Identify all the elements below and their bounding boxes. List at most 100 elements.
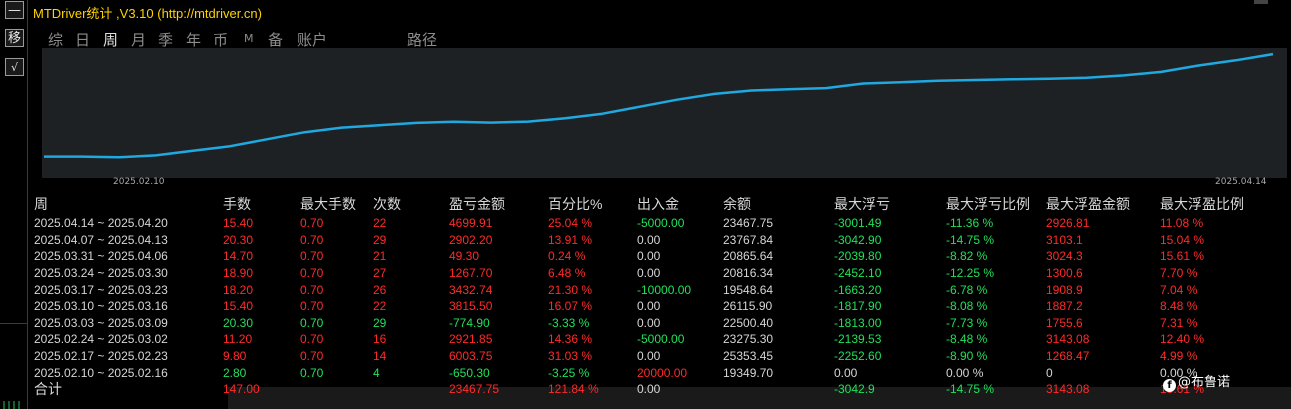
table-row[interactable]: 2025.03.24 ~ 2025.03.30 18.90 0.70 27 1267.7… <box>34 265 1260 282</box>
chart-x-end-label: 2025.04.14 <box>1215 177 1267 187</box>
column-header[interactable]: 百分比% <box>548 193 637 215</box>
table-cell: 19349.70 <box>723 365 774 380</box>
table-cell: 2025.02.10 ~ 2025.02.16 <box>34 365 168 380</box>
table-cell: 2921.85 <box>449 332 493 347</box>
table-cell: 0.00 <box>637 266 661 281</box>
table-row[interactable]: 2025.02.10 ~ 2025.02.16 2.80 0.70 4 -650.30 -… <box>34 364 1260 381</box>
table-cell: 0.00 <box>637 249 661 264</box>
column-header[interactable]: 出入金 <box>637 193 723 215</box>
tab-quarter[interactable]: 季 <box>158 29 173 50</box>
watermark: f @布鲁诺 <box>1163 371 1230 392</box>
tab-month[interactable]: 月 <box>131 29 146 50</box>
total-cell: -3042.9 <box>834 382 875 397</box>
table-row[interactable]: 2025.04.07 ~ 2025.04.13 20.30 0.70 29 2902.2… <box>34 232 1260 249</box>
tab-backup[interactable]: 备 <box>268 29 283 50</box>
table-cell: 23467.75 <box>723 216 774 231</box>
tab-year[interactable]: 年 <box>186 29 201 50</box>
table-cell: 14.36 % <box>548 332 593 347</box>
tab-week[interactable]: 周 <box>103 29 118 50</box>
table-cell: 3024.3 <box>1046 249 1083 264</box>
table-row[interactable]: 2025.03.31 ~ 2025.04.06 14.70 0.70 21 49.30 0… <box>34 248 1260 265</box>
table-cell: 20865.64 <box>723 249 774 264</box>
balance-chart-svg <box>44 52 1274 159</box>
total-cell: 121.84 % <box>548 382 599 397</box>
table-cell: 20000.00 <box>637 365 688 380</box>
column-header[interactable]: 最大手数 <box>300 193 373 215</box>
table-cell: 1755.6 <box>1046 315 1083 330</box>
total-cell: 147.00 <box>223 382 260 397</box>
table-cell: -2139.53 <box>834 332 882 347</box>
table-cell: -8.90 % <box>946 349 988 364</box>
table-row[interactable]: 2025.03.10 ~ 2025.03.16 15.40 0.70 22 3815.5… <box>34 298 1260 315</box>
table-cell: 0.70 <box>300 232 324 247</box>
table-cell: 23275.30 <box>723 332 774 347</box>
toolbar-separator <box>27 0 28 409</box>
table-cell: 29 <box>373 315 387 330</box>
table-cell: 21 <box>373 249 387 264</box>
column-header[interactable]: 余额 <box>723 193 834 215</box>
tab-summary[interactable]: 综 <box>48 29 63 50</box>
table-row[interactable]: 2025.03.03 ~ 2025.03.09 20.30 0.70 29 -774.9… <box>34 315 1260 332</box>
table-cell: 2025.03.03 ~ 2025.03.09 <box>34 315 168 330</box>
table-cell: 20816.34 <box>723 266 774 281</box>
table-cell: 2025.04.07 ~ 2025.04.13 <box>34 232 168 247</box>
column-header[interactable]: 最大浮盈比例 <box>1160 193 1260 215</box>
table-cell: 3143.08 <box>1046 332 1090 347</box>
table-cell: 6.48 % <box>548 266 586 281</box>
table-row[interactable]: 2025.03.17 ~ 2025.03.23 18.20 0.70 26 3432.7… <box>34 281 1260 298</box>
column-header[interactable]: 最大浮亏比例 <box>946 193 1046 215</box>
table-cell: 13.91 % <box>548 232 593 247</box>
table-cell: 23767.84 <box>723 232 774 247</box>
table-cell: 27 <box>373 266 387 281</box>
tab-path[interactable]: 路径 <box>407 29 437 50</box>
table-cell: 0.70 <box>300 349 324 364</box>
table-cell: -12.25 % <box>946 266 995 281</box>
table-cell: 2902.20 <box>449 232 493 247</box>
table-cell: -8.82 % <box>946 249 988 264</box>
table-cell: 15.61 % <box>1160 249 1205 264</box>
table-cell: -5000.00 <box>637 332 685 347</box>
tab-m[interactable]: M <box>244 32 254 45</box>
table-row[interactable]: 2025.02.17 ~ 2025.02.23 9.80 0.70 14 6003.75… <box>34 348 1260 365</box>
table-cell: 11.08 % <box>1160 216 1204 231</box>
chart-x-start-label: 2025.02.10 <box>113 177 165 187</box>
table-cell: 0.00 <box>834 365 858 380</box>
move-button[interactable]: 移 <box>5 29 24 47</box>
table-cell: -14.75 % <box>946 232 995 247</box>
social-logo-icon: f <box>1163 379 1176 392</box>
table-cell: 4699.91 <box>449 216 493 231</box>
tab-account[interactable]: 账户 <box>297 29 327 50</box>
table-row[interactable]: 2025.02.24 ~ 2025.03.02 11.20 0.70 16 2921.8… <box>34 331 1260 348</box>
total-cell <box>300 381 373 398</box>
tab-day[interactable]: 日 <box>75 29 90 50</box>
table-cell: 9.80 <box>223 349 247 364</box>
table-cell: 0.00 <box>637 299 661 314</box>
column-header[interactable]: 次数 <box>373 193 449 215</box>
minimize-button[interactable]: — <box>5 1 24 19</box>
table-cell: -3042.90 <box>834 232 882 247</box>
table-cell: 16 <box>373 332 387 347</box>
check-button[interactable]: √ <box>5 58 24 76</box>
column-header[interactable]: 盈亏金额 <box>449 193 548 215</box>
table-cell: 11.20 <box>223 332 253 347</box>
window-title: MTDriver统计 ,V3.10 (http://mtdriver.cn) <box>33 6 262 21</box>
column-header[interactable]: 最大浮亏 <box>834 193 946 215</box>
watermark-text: @布鲁诺 <box>1178 375 1231 390</box>
column-header[interactable]: 手数 <box>223 193 300 215</box>
table-cell: 26 <box>373 282 387 297</box>
column-header[interactable]: 最大浮盈金额 <box>1046 193 1160 215</box>
table-cell: 0 <box>1046 365 1053 380</box>
table-cell: -7.73 % <box>946 315 988 330</box>
table-cell: 3103.1 <box>1046 232 1083 247</box>
table-cell: 0.70 <box>300 266 324 281</box>
table-cell: -3.25 % <box>548 365 590 380</box>
table-row[interactable]: 2025.04.14 ~ 2025.04.20 15.40 0.70 22 4699.9… <box>34 215 1260 232</box>
table-cell: -2252.60 <box>834 349 882 364</box>
column-header[interactable]: 周 <box>34 193 223 215</box>
table-cell: 18.20 <box>223 282 254 297</box>
table-cell: -5000.00 <box>637 216 685 231</box>
window-corner-handle[interactable] <box>1254 0 1268 4</box>
table-cell: -3001.49 <box>834 216 882 231</box>
tab-currency[interactable]: 币 <box>213 29 228 50</box>
table-cell: 26115.90 <box>723 299 773 314</box>
